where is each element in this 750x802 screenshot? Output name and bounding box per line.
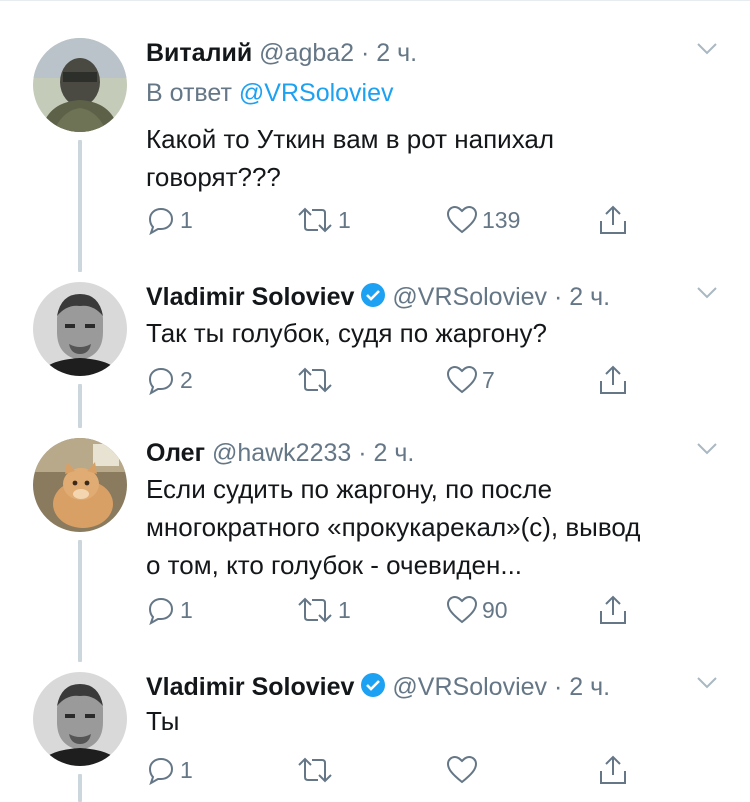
like-count: 7 [482, 367, 495, 393]
chevron-down-icon[interactable] [696, 676, 718, 690]
tweet[interactable]: Олег @hawk2233 · 2 ч. Если судить по жар… [0, 438, 750, 638]
tweet[interactable]: Vladimir Soloviev @VRSoloviev · 2 ч. Ты 1 [0, 672, 750, 802]
tweet-text: Ты [146, 702, 726, 740]
tweet-text: Так ты голубок, судя по жаргону? [146, 314, 726, 352]
heart-icon [446, 595, 478, 624]
retweet-icon [298, 367, 332, 393]
avatar[interactable] [33, 282, 127, 376]
retweet-icon [298, 207, 332, 233]
like-button[interactable]: 139 [446, 202, 520, 238]
separator: · [358, 439, 367, 467]
like-count: 90 [482, 597, 508, 623]
chevron-down-icon[interactable] [696, 286, 718, 300]
reply-button[interactable]: 1 [146, 592, 193, 628]
retweet-count: 1 [338, 597, 351, 623]
share-icon [600, 755, 626, 784]
display-name[interactable]: Виталий [146, 39, 252, 67]
share-button[interactable] [598, 202, 628, 238]
user-handle[interactable]: @hawk2233 [212, 439, 351, 467]
separator: · [361, 39, 370, 67]
heart-icon [446, 205, 478, 234]
retweet-button[interactable]: 1 [296, 202, 351, 238]
share-button[interactable] [598, 752, 628, 788]
top-divider [0, 0, 750, 1]
separator: · [553, 673, 563, 701]
reply-count: 1 [180, 207, 193, 233]
reply-context: В ответ @VRSoloviev [146, 78, 394, 108]
display-name[interactable]: Vladimir Soloviev [146, 283, 354, 311]
tweet-header: Олег @hawk2233 · 2 ч. [146, 438, 414, 468]
timestamp[interactable]: 2 ч. [569, 283, 610, 311]
like-count: 139 [482, 207, 521, 233]
tweet-text-line: Ты [146, 706, 180, 736]
timestamp[interactable]: 2 ч. [374, 439, 415, 467]
retweet-button[interactable] [296, 752, 338, 788]
retweet-button[interactable]: 1 [296, 592, 351, 628]
tweet-text-line: многократного «прокукарекал»(с), вывод [146, 512, 641, 542]
tweet-actions: 1 [146, 752, 646, 788]
reply-button[interactable]: 1 [146, 202, 193, 238]
share-icon [600, 365, 626, 394]
like-button[interactable]: 90 [446, 592, 508, 628]
tweet-text: Какой то Уткин вам в рот напихал говорят… [146, 120, 726, 196]
chevron-down-icon[interactable] [696, 42, 718, 56]
like-button[interactable] [446, 752, 482, 788]
retweet-count: 1 [338, 207, 351, 233]
display-name[interactable]: Олег [146, 439, 205, 467]
share-button[interactable] [598, 362, 628, 398]
tweet[interactable]: Виталий @agba2 · 2 ч. В ответ @VRSolovie… [0, 38, 750, 248]
tweet-actions: 2 7 [146, 362, 646, 398]
share-icon [600, 595, 626, 624]
reply-icon [148, 207, 174, 235]
tweet-actions: 1 1 90 [146, 592, 646, 628]
reply-button[interactable]: 1 [146, 752, 193, 788]
reply-icon [148, 597, 174, 625]
reply-prefix: В ответ [146, 79, 232, 107]
reply-count: 1 [180, 757, 193, 783]
user-handle[interactable]: @VRSoloviev [392, 283, 547, 311]
reply-icon [148, 757, 174, 785]
tweet-text-line: говорят??? [146, 162, 281, 192]
tweet-header: Vladimir Soloviev @VRSoloviev · 2 ч. [146, 282, 610, 312]
tweet-text: Если судить по жаргону, по после многокр… [146, 470, 726, 584]
chevron-down-icon[interactable] [696, 442, 718, 456]
avatar[interactable] [33, 672, 127, 766]
heart-icon [446, 755, 478, 784]
tweet-text-line: Так ты голубок, судя по жаргону? [146, 318, 547, 348]
reply-handle-link[interactable]: @VRSoloviev [239, 79, 394, 107]
avatar[interactable] [33, 438, 127, 532]
heart-icon [446, 365, 478, 394]
tweet-text-line: Если судить по жаргону, по после [146, 474, 553, 504]
verified-badge-icon [361, 283, 386, 307]
reply-icon [148, 367, 174, 395]
avatar[interactable] [33, 38, 127, 132]
tweet-header: Vladimir Soloviev @VRSoloviev · 2 ч. [146, 672, 610, 702]
share-button[interactable] [598, 592, 628, 628]
share-icon [600, 205, 626, 234]
reply-count: 1 [180, 597, 193, 623]
tweet-text-line: Какой то Уткин вам в рот напихал [146, 124, 555, 154]
retweet-button[interactable] [296, 362, 338, 398]
display-name[interactable]: Vladimir Soloviev [146, 673, 354, 701]
user-handle[interactable]: @agba2 [259, 39, 354, 67]
user-handle[interactable]: @VRSoloviev [392, 673, 547, 701]
tweet-text-line: о том, кто голубок - очевиден... [146, 550, 523, 580]
reply-button[interactable]: 2 [146, 362, 193, 398]
reply-count: 2 [180, 367, 193, 393]
separator: · [553, 283, 563, 311]
tweet-actions: 1 1 139 [146, 202, 646, 238]
timestamp[interactable]: 2 ч. [376, 39, 417, 67]
tweet-header: Виталий @agba2 · 2 ч. [146, 38, 417, 68]
tweet[interactable]: Vladimir Soloviev @VRSoloviev · 2 ч. Так … [0, 282, 750, 402]
like-button[interactable]: 7 [446, 362, 495, 398]
retweet-icon [298, 757, 332, 783]
retweet-icon [298, 597, 332, 623]
verified-badge-icon [361, 673, 386, 697]
timestamp[interactable]: 2 ч. [569, 673, 610, 701]
